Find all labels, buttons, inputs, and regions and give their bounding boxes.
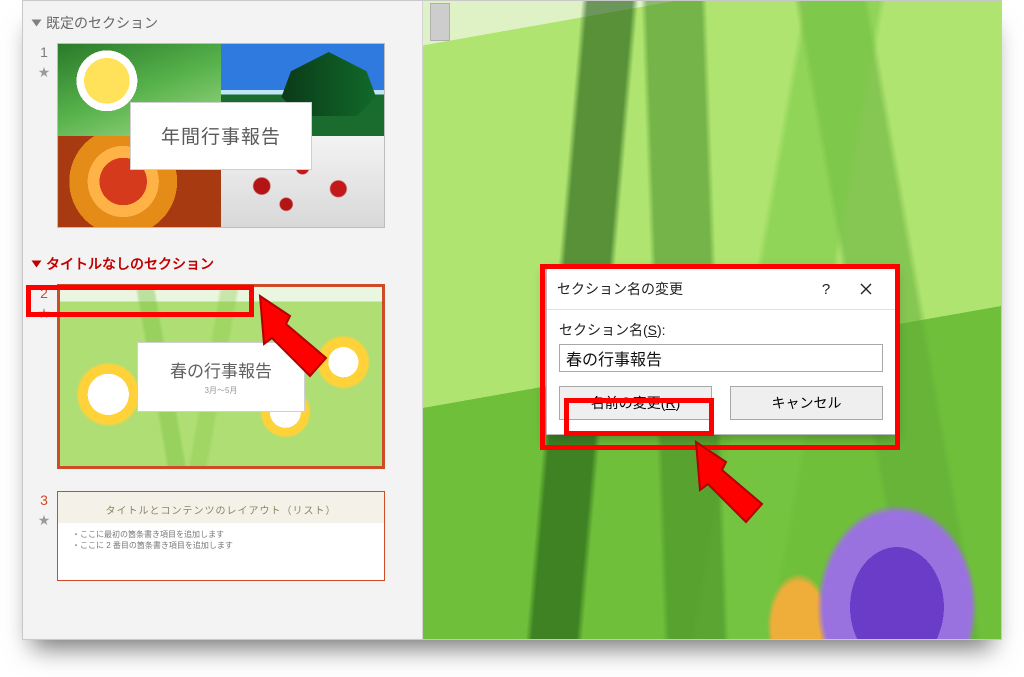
slide-row[interactable]: 2 ★ 春の行事報告 3月～5月 [31,284,416,469]
slide-heading: タイトルとコンテンツのレイアウト（リスト） [58,492,384,523]
section-label: 既定のセクション [46,13,158,33]
slide-number: 3 [31,491,57,509]
slide-row[interactable]: 1 ★ 年間行事報告 [31,43,416,228]
slide-number: 2 [31,284,57,302]
slide-number-column: 1 ★ [31,43,57,81]
slide-row[interactable]: 3 ★ タイトルとコンテンツのレイアウト（リスト） ここに最初の箇条書き項目を追… [31,491,416,581]
help-button[interactable]: ? [807,277,845,301]
section-header-default[interactable]: 既定のセクション [31,9,416,41]
slide-thumbnail-pane[interactable]: 既定のセクション 1 ★ 年間行事報告 タイトルなしのセクション 2 ★ [23,1,423,639]
slide-thumbnail-1[interactable]: 年間行事報告 [57,43,385,228]
star-icon[interactable]: ★ [31,304,57,322]
close-icon [860,283,872,295]
slide-number-column: 3 ★ [31,491,57,529]
slide-body: ここに最初の箇条書き項目を追加します ここに 2 番目の箇条書き項目を追加します [58,523,384,557]
star-icon[interactable]: ★ [31,63,57,81]
close-button[interactable] [847,277,885,301]
star-icon[interactable]: ★ [31,511,57,529]
dialog-titlebar[interactable]: セクション名の変更 ? [547,269,895,310]
collapse-triangle-icon[interactable] [32,20,42,27]
slide-number: 1 [31,43,57,61]
section-header-untitled[interactable]: タイトルなしのセクション [31,250,416,282]
cancel-button[interactable]: キャンセル [730,386,883,420]
section-name-label: セクション名(S): [559,320,883,340]
slide-number-column: 2 ★ [31,284,57,322]
slide-thumbnail-2[interactable]: 春の行事報告 3月～5月 [57,284,385,469]
slide-thumbnail-3[interactable]: タイトルとコンテンツのレイアウト（リスト） ここに最初の箇条書き項目を追加します… [57,491,385,581]
section-label: タイトルなしのセクション [46,254,214,274]
slide-title: 年間行事報告 [130,102,312,170]
collapse-triangle-icon[interactable] [32,261,42,268]
slide-title: 春の行事報告 3月～5月 [137,342,305,412]
dialog-title: セクション名の変更 [557,279,683,299]
section-name-input[interactable] [559,344,883,372]
rename-button[interactable]: 名前の変更(R) [559,386,712,420]
scrollbar-thumb[interactable] [430,3,450,41]
rename-section-dialog: セクション名の変更 ? セクション名(S): 名前の変更(R) キャンセル [546,268,896,435]
